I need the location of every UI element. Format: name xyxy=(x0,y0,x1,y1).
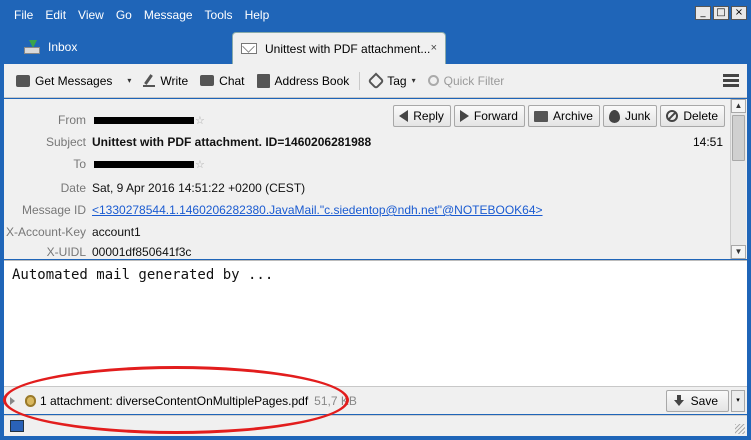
x-uidl-label: X-UIDL xyxy=(46,245,86,259)
download-icon xyxy=(16,74,30,87)
chat-button[interactable]: Chat xyxy=(194,74,250,88)
address-book-button[interactable]: Address Book xyxy=(251,73,356,88)
write-button[interactable]: Write xyxy=(137,74,194,88)
chevron-down-icon[interactable]: ▾ xyxy=(127,76,131,85)
tag-chevron-down-icon: ▾ xyxy=(411,76,416,85)
header-scrollbar[interactable]: ▲ ▼ xyxy=(730,99,746,259)
tab-inbox[interactable]: Inbox xyxy=(14,32,134,62)
chat-label: Chat xyxy=(219,73,245,88)
message-body-text: Automated mail generated by ... xyxy=(12,267,274,283)
save-label: Save xyxy=(690,394,718,408)
menu-view[interactable]: View xyxy=(72,5,110,25)
menu-file[interactable]: File xyxy=(8,5,39,25)
expand-triangle-icon[interactable] xyxy=(10,396,15,405)
get-messages-label: Get Messages xyxy=(35,73,113,88)
tag-icon xyxy=(367,72,385,89)
message-header-pane: Reply Forward Archive Junk Delete From ☆… xyxy=(4,99,747,259)
envelope-icon xyxy=(241,43,257,54)
online-status-icon[interactable] xyxy=(10,420,24,432)
quick-filter-button[interactable]: Quick Filter xyxy=(422,74,511,88)
minimize-button[interactable]: _ xyxy=(695,6,711,20)
message-id-label: Message ID xyxy=(21,203,86,217)
header-row-date: Date Sat, 9 Apr 2016 14:51:22 +0200 (CES… xyxy=(4,177,729,199)
quick-filter-label: Quick Filter xyxy=(443,73,505,88)
menu-edit[interactable]: Edit xyxy=(39,5,72,25)
to-label: To xyxy=(73,157,86,171)
header-row-message-id: Message ID <1330278544.1.1460206282380.J… xyxy=(4,199,729,221)
x-account-key-label: X-Account-Key xyxy=(5,225,86,239)
write-label: Write xyxy=(160,73,189,88)
get-messages-button[interactable]: Get Messages ▾ xyxy=(10,74,137,88)
header-row-from: From ☆ xyxy=(4,109,729,131)
application-window: File Edit View Go Message Tools Help _ □… xyxy=(0,0,751,440)
date-label: Date xyxy=(60,181,86,195)
menu-go[interactable]: Go xyxy=(110,5,138,25)
window-content: File Edit View Go Message Tools Help _ □… xyxy=(4,4,747,436)
search-icon xyxy=(427,75,439,86)
scroll-down-icon[interactable]: ▼ xyxy=(731,245,746,259)
subject-label: Subject xyxy=(45,135,86,149)
menu-bar: File Edit View Go Message Tools Help _ □… xyxy=(4,4,747,26)
x-account-key-value: account1 xyxy=(92,225,141,239)
status-bar xyxy=(4,415,747,436)
to-redacted xyxy=(94,160,194,168)
message-body[interactable]: Automated mail generated by ... xyxy=(4,260,747,386)
save-dropdown-icon[interactable]: ▾ xyxy=(731,390,745,412)
save-button[interactable]: Save xyxy=(665,390,729,412)
header-row-x-uidl: X-UIDL 00001df850641f3c xyxy=(4,241,729,259)
date-value: Sat, 9 Apr 2016 14:51:22 +0200 (CEST) xyxy=(92,181,306,195)
scroll-thumb[interactable] xyxy=(732,115,745,161)
attachment-bar: 1 attachment: diverseContentOnMultiplePa… xyxy=(4,386,747,414)
close-window-button[interactable]: × xyxy=(731,6,747,20)
header-row-x-account-key: X-Account-Key account1 xyxy=(4,221,729,243)
inbox-icon xyxy=(24,40,40,54)
window-controls: _ □ × xyxy=(695,6,747,20)
pencil-icon xyxy=(143,75,156,87)
to-star-icon[interactable]: ☆ xyxy=(195,158,205,171)
tab-message-label: Unittest with PDF attachment... xyxy=(265,41,431,56)
header-row-subject: Subject Unittest with PDF attachment. ID… xyxy=(4,131,729,153)
tag-label: Tag xyxy=(387,73,407,88)
save-icon xyxy=(673,395,685,407)
address-book-label: Address Book xyxy=(274,73,350,88)
toolbar-divider xyxy=(359,71,361,90)
attachment-label[interactable]: 1 attachment: diverseContentOnMultiplePa… xyxy=(40,394,308,408)
message-time: 14:51 xyxy=(692,135,723,149)
resize-grip-icon[interactable] xyxy=(735,424,745,434)
scroll-up-icon[interactable]: ▲ xyxy=(731,99,746,113)
attachment-size: 51,7 KB xyxy=(314,393,357,408)
x-uidl-value: 00001df850641f3c xyxy=(92,245,192,259)
message-id-link[interactable]: <1330278544.1.1460206282380.JavaMail."c.… xyxy=(92,203,543,217)
menu-tools[interactable]: Tools xyxy=(199,5,239,25)
menu-message[interactable]: Message xyxy=(138,5,199,25)
menu-help[interactable]: Help xyxy=(239,5,276,25)
paperclip-icon xyxy=(25,394,36,407)
star-icon[interactable]: ☆ xyxy=(195,114,205,127)
subject-value: Unittest with PDF attachment. ID=1460206… xyxy=(92,135,372,149)
mail-toolbar: Get Messages ▾ Write Chat Address Book T… xyxy=(4,64,747,98)
address-book-icon xyxy=(256,73,270,88)
from-label: From xyxy=(58,113,86,127)
app-menu-icon[interactable] xyxy=(723,74,739,89)
from-redacted xyxy=(94,116,194,124)
tab-close-icon[interactable]: × xyxy=(431,42,437,54)
header-row-to: To ☆ xyxy=(4,153,729,175)
tab-inbox-label: Inbox xyxy=(48,40,78,54)
tab-strip: Inbox Unittest with PDF attachment... × xyxy=(4,26,747,64)
maximize-button[interactable]: □ xyxy=(713,6,729,20)
tag-button[interactable]: Tag ▾ xyxy=(364,72,421,89)
tab-message[interactable]: Unittest with PDF attachment... × xyxy=(232,32,446,64)
chat-icon xyxy=(200,75,215,86)
